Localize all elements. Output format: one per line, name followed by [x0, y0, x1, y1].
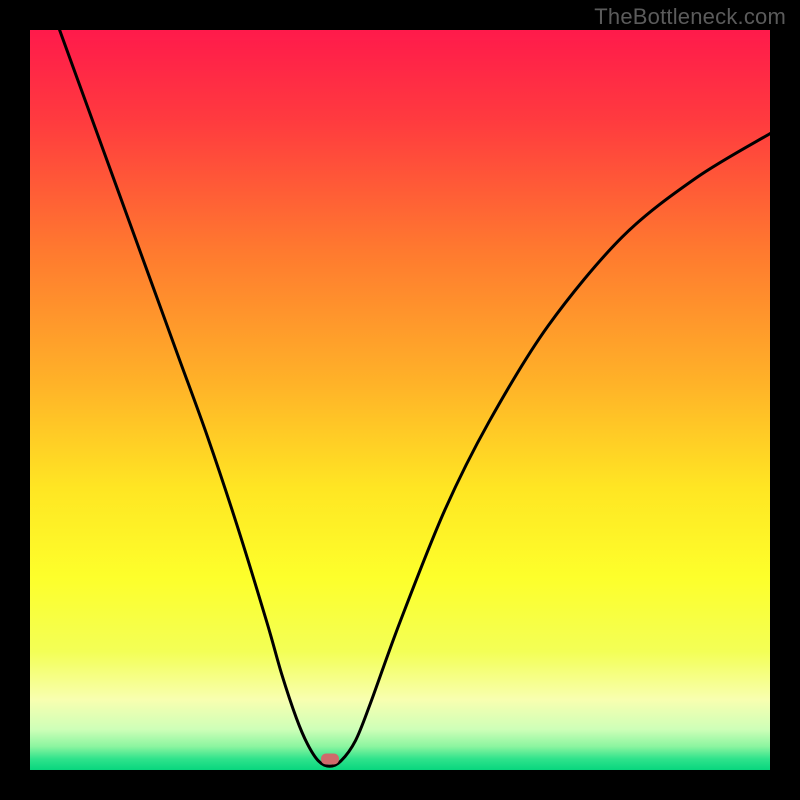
- plot-area: [30, 30, 770, 770]
- bottleneck-curve: [30, 30, 770, 770]
- chart-frame: TheBottleneck.com: [0, 0, 800, 800]
- watermark-text: TheBottleneck.com: [594, 4, 786, 30]
- optimal-point-marker: [321, 753, 339, 764]
